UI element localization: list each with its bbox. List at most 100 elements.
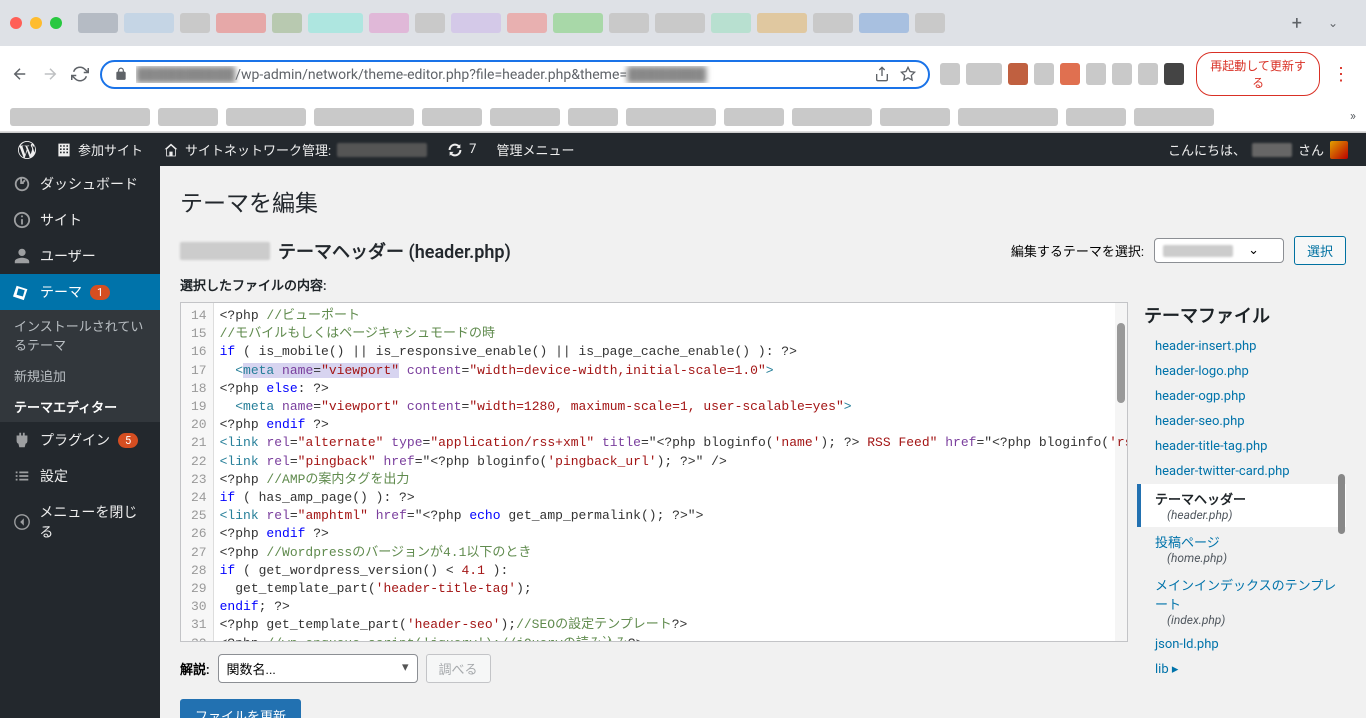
adminbar-account[interactable]: こんにちは、 さん — [1158, 133, 1358, 166]
bookmark-blur[interactable] — [568, 108, 618, 126]
tab-blur[interactable] — [655, 13, 705, 33]
theme-file-item[interactable]: header-insert.php — [1137, 334, 1346, 359]
tab-blur[interactable] — [813, 13, 853, 33]
tab-blur[interactable] — [78, 13, 118, 33]
ext-blur[interactable] — [1164, 63, 1184, 85]
ext-blur[interactable] — [940, 63, 960, 85]
submenu-item-add-new[interactable]: 新規追加 — [0, 360, 160, 391]
bookmark-blur[interactable] — [158, 108, 218, 126]
url-text: ██████████/wp-admin/network/theme-editor… — [136, 66, 866, 83]
sidebar-item-dashboard[interactable]: ダッシュボード — [0, 166, 160, 202]
adminbar-wp-logo[interactable] — [8, 133, 46, 166]
adminbar-network-label: サイトネットワーク管理: — [185, 140, 331, 159]
window-minimize-icon[interactable] — [30, 17, 42, 29]
theme-file-item[interactable]: lib ▸ — [1137, 657, 1346, 674]
tab-blur[interactable] — [308, 13, 363, 33]
bookmarks-overflow-icon[interactable]: » — [1350, 109, 1356, 124]
menu-icon[interactable]: ⋮ — [1326, 64, 1356, 85]
refresh-icon — [447, 142, 463, 158]
sidebar-item-users[interactable]: ユーザー — [0, 238, 160, 274]
tab-blur[interactable] — [915, 13, 945, 33]
sidebar-collapse[interactable]: メニューを閉じる — [0, 494, 160, 550]
adminbar-network[interactable]: サイトネットワーク管理: — [153, 133, 437, 166]
ext-blur[interactable] — [1086, 63, 1106, 85]
bookmark-blur[interactable] — [724, 108, 784, 126]
tabs-dropdown-icon[interactable]: ⌄ — [1318, 16, 1348, 30]
doc-label: 解説: — [180, 659, 210, 678]
window-close-icon[interactable] — [10, 17, 22, 29]
address-bar[interactable]: ██████████/wp-admin/network/theme-editor… — [100, 60, 930, 89]
submenu-item-installed-themes[interactable]: インストールされているテーマ — [0, 310, 160, 360]
sidebar-item-sites[interactable]: サイト — [0, 202, 160, 238]
building-icon — [56, 142, 72, 158]
bookmark-blur[interactable] — [226, 108, 306, 126]
adminbar-updates[interactable]: 7 — [437, 133, 486, 166]
tab-blur[interactable] — [507, 13, 547, 33]
ext-blur[interactable] — [1034, 63, 1054, 85]
bookmark-blur[interactable] — [10, 108, 150, 126]
adminbar-mysites[interactable]: 参加サイト — [46, 133, 153, 166]
ext-blur[interactable] — [1008, 63, 1028, 85]
tab-blur[interactable] — [859, 13, 909, 33]
select-theme-button[interactable]: 選択 — [1294, 236, 1346, 265]
tab-blur[interactable] — [711, 13, 751, 33]
adminbar-adminmenu-label: 管理メニュー — [496, 140, 574, 159]
tab-blur[interactable] — [415, 13, 445, 33]
doc-lookup-select[interactable]: 関数名... — [218, 654, 418, 683]
theme-file-item[interactable]: header-twitter-card.php — [1137, 459, 1346, 484]
sidebar-item-themes[interactable]: テーマ 1 — [0, 274, 160, 310]
tab-blur[interactable] — [124, 13, 174, 33]
code-editor[interactable]: 14151617181920212223242526272829303132 <… — [180, 302, 1128, 642]
bookmark-blur[interactable] — [1134, 108, 1214, 126]
bookmark-blur[interactable] — [958, 108, 1058, 126]
theme-file-item[interactable]: header-title-tag.php — [1137, 434, 1346, 459]
tab-blur[interactable] — [553, 13, 603, 33]
theme-file-item[interactable]: header-ogp.php — [1137, 384, 1346, 409]
code-scrollbar[interactable] — [1115, 303, 1127, 641]
submenu-item-theme-editor[interactable]: テーマエディター — [0, 391, 160, 422]
star-icon[interactable] — [900, 66, 916, 82]
tab-blur[interactable] — [757, 13, 807, 33]
theme-file-item[interactable]: json-ld.php — [1137, 632, 1346, 657]
adminbar-adminmenu[interactable]: 管理メニュー — [486, 133, 584, 166]
window-maximize-icon[interactable] — [50, 17, 62, 29]
sidebar-item-settings[interactable]: 設定 — [0, 458, 160, 494]
bookmark-blur[interactable] — [792, 108, 872, 126]
bookmark-blur[interactable] — [490, 108, 560, 126]
code-area[interactable]: <?php //ビューポート//モバイルもしくはページキャシュモードの時if (… — [214, 303, 1127, 641]
wordpress-icon — [18, 141, 36, 159]
forward-icon[interactable] — [40, 64, 60, 84]
tab-blur[interactable] — [369, 13, 409, 33]
theme-file-item[interactable]: header-seo.php — [1137, 409, 1346, 434]
reload-icon[interactable] — [70, 64, 90, 84]
update-file-button[interactable]: ファイルを更新 — [180, 699, 301, 718]
ext-blur[interactable] — [1060, 63, 1080, 85]
tab-blur[interactable] — [451, 13, 501, 33]
bookmark-blur[interactable] — [422, 108, 482, 126]
files-scrollbar[interactable] — [1336, 334, 1346, 674]
bookmark-blur[interactable] — [1066, 108, 1126, 126]
ext-blur[interactable] — [966, 63, 1002, 85]
file-header: テーマヘッダー (header.php) — [180, 238, 511, 264]
restart-button[interactable]: 再起動して更新する — [1196, 52, 1320, 96]
bookmark-blur[interactable] — [314, 108, 414, 126]
theme-file-item[interactable]: メインインデックスのテンプレート(index.php) — [1137, 570, 1346, 632]
share-icon[interactable] — [874, 66, 890, 82]
ext-blur[interactable] — [1112, 63, 1132, 85]
theme-file-item[interactable]: 投稿ページ(home.php) — [1137, 527, 1346, 570]
ext-blur[interactable] — [1138, 63, 1158, 85]
new-tab-icon[interactable]: + — [1282, 13, 1312, 34]
bookmark-blur[interactable] — [880, 108, 950, 126]
plugins-icon — [12, 430, 32, 450]
theme-file-item[interactable]: header-logo.php — [1137, 359, 1346, 384]
tab-blur[interactable] — [609, 13, 649, 33]
theme-select[interactable]: ⌄ — [1154, 238, 1284, 263]
back-icon[interactable] — [10, 64, 30, 84]
bookmark-blur[interactable] — [626, 108, 716, 126]
theme-file-item[interactable]: テーマヘッダー(header.php) — [1137, 484, 1346, 527]
tab-blur[interactable] — [272, 13, 302, 33]
tab-blur[interactable] — [180, 13, 210, 33]
tab-blur[interactable] — [216, 13, 266, 33]
doc-lookup-button[interactable]: 調べる — [426, 654, 491, 683]
sidebar-item-plugins[interactable]: プラグイン 5 — [0, 422, 160, 458]
